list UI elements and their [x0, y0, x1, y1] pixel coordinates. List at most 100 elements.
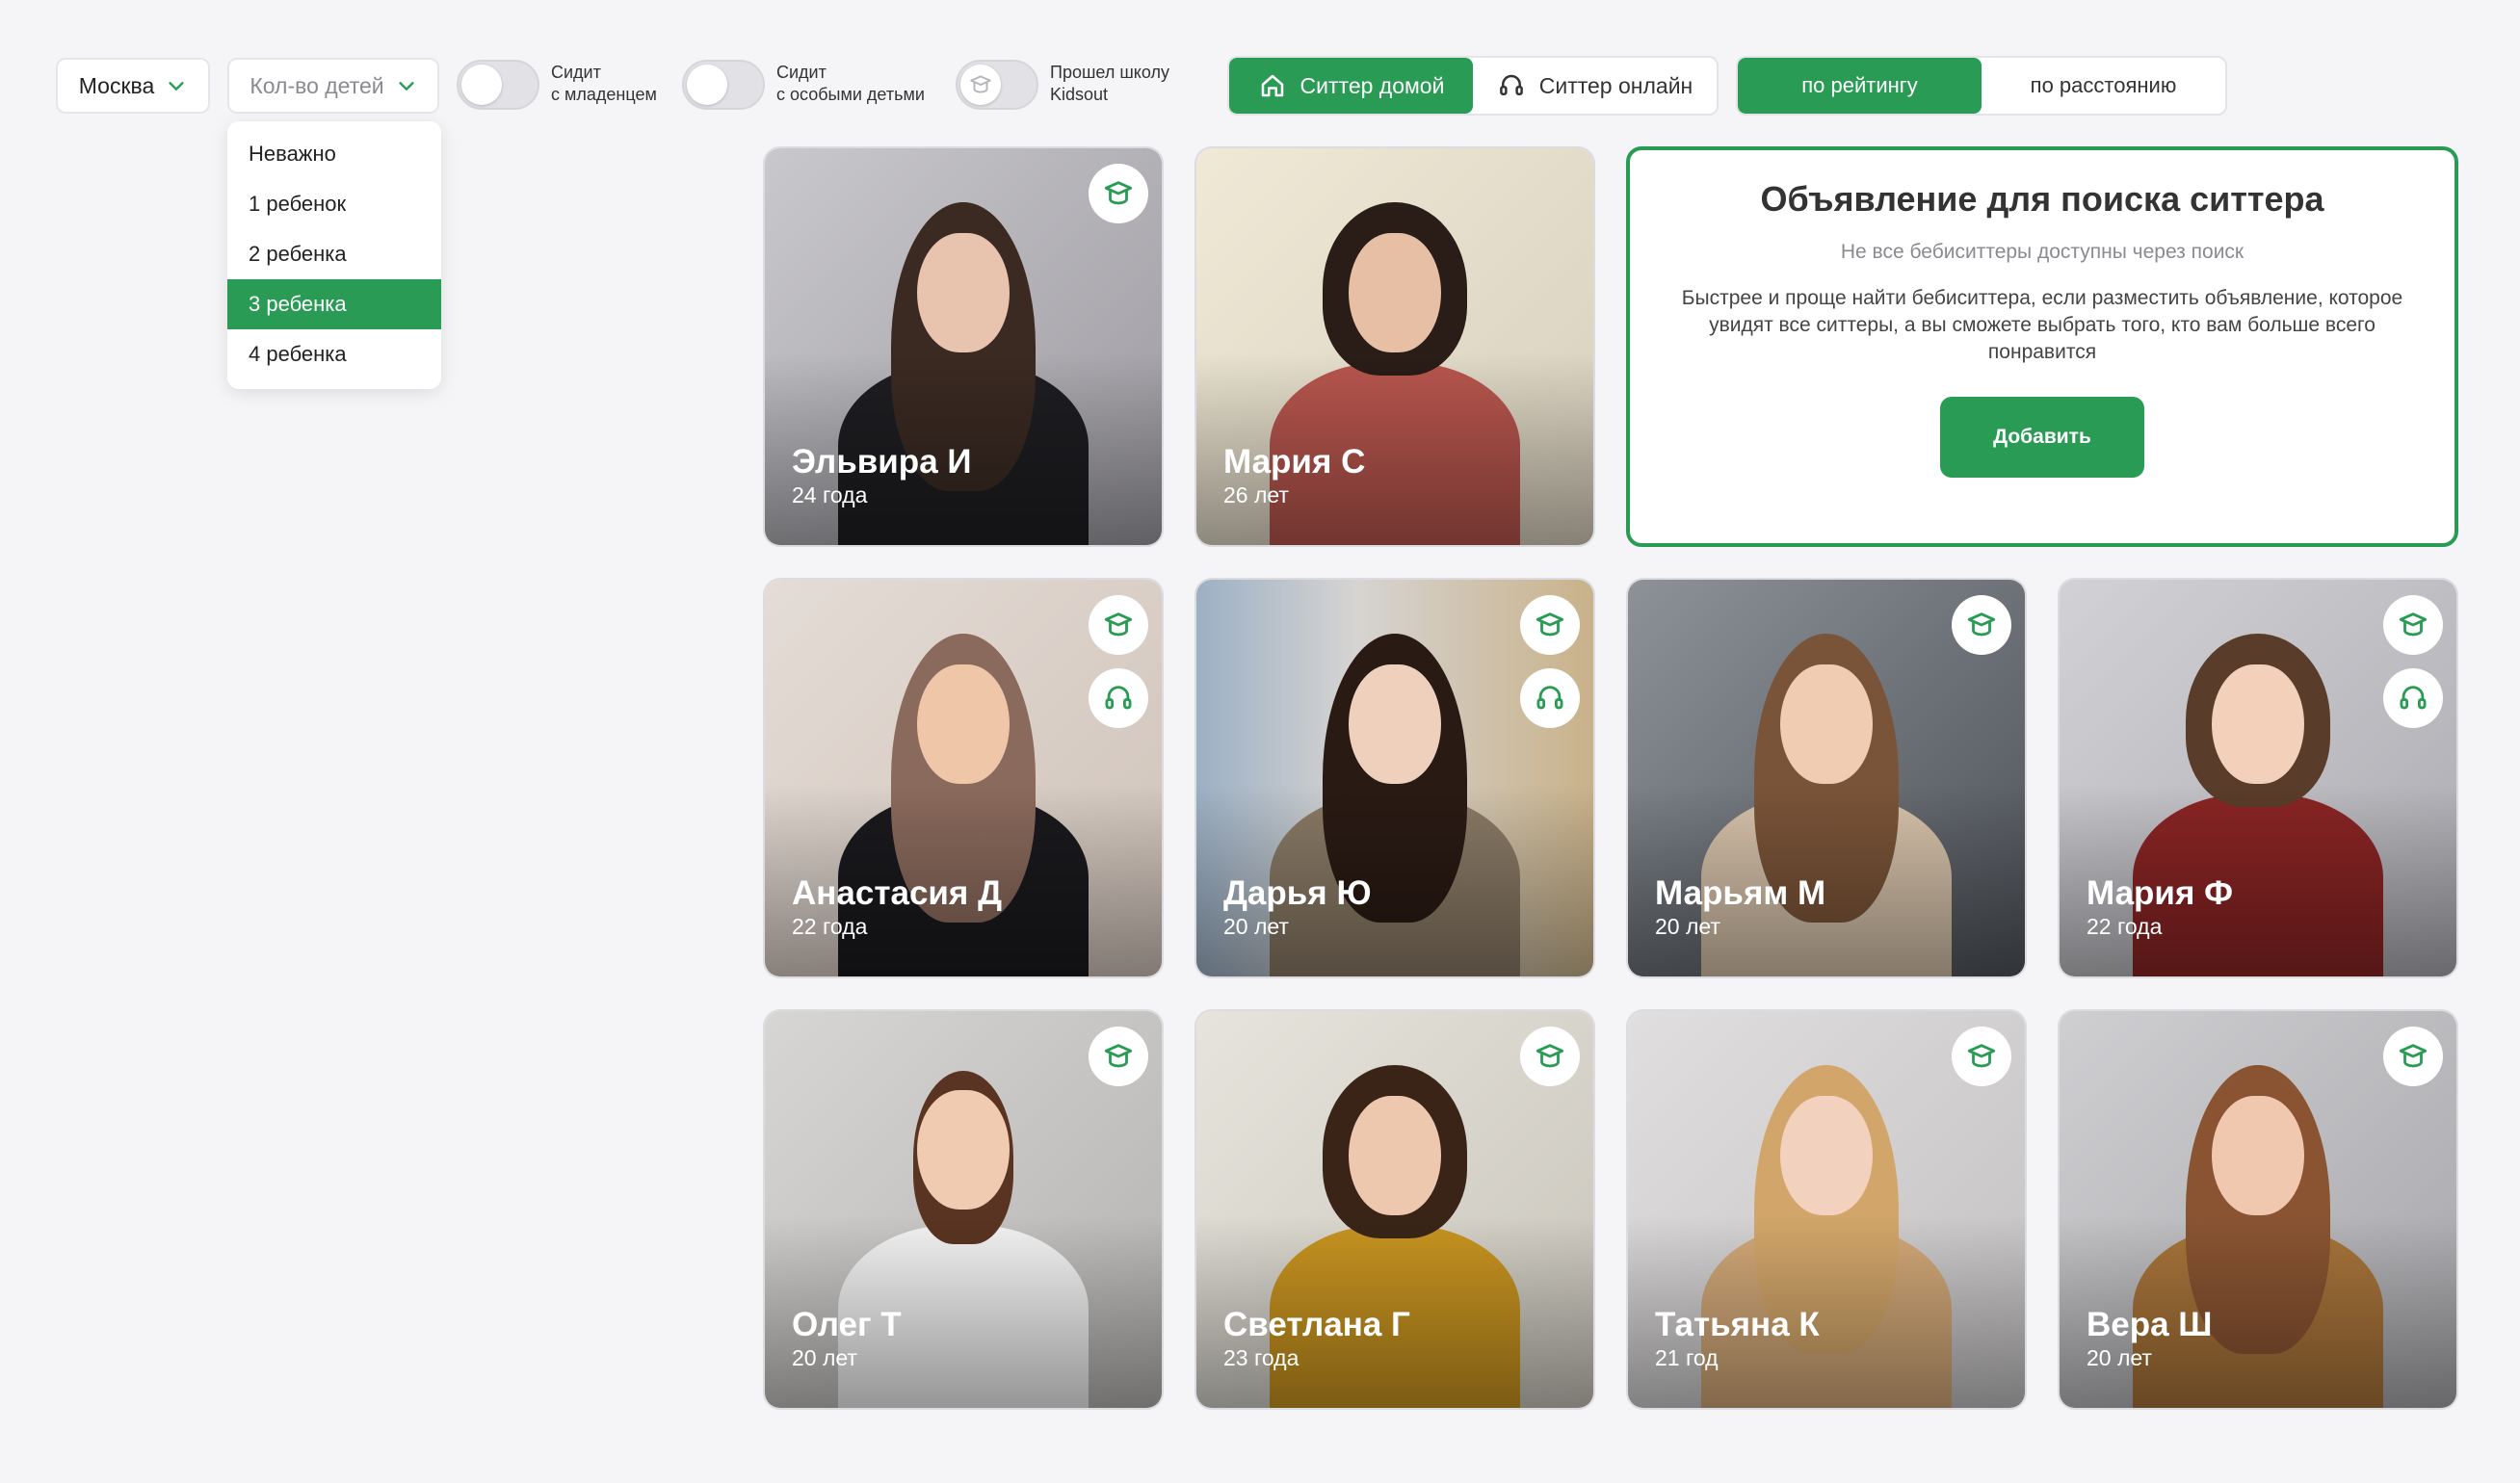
- school-cap-icon: [1104, 612, 1133, 637]
- sitter-name: Марьям М: [1655, 874, 1826, 912]
- mode-home-label: Ситтер домой: [1299, 72, 1445, 98]
- sitter-name: Эльвира И: [792, 443, 972, 481]
- kids-count-select[interactable]: Кол-во детей: [227, 58, 439, 114]
- photo-face: [917, 664, 1010, 784]
- sitter-name: Дарья Ю: [1223, 874, 1372, 912]
- sitter-card[interactable]: Татьяна К 21 год: [1626, 1009, 2027, 1410]
- sitter-card[interactable]: Мария С 26 лет: [1194, 146, 1595, 547]
- sitter-age: 22 года: [792, 914, 868, 939]
- sitter-card[interactable]: Дарья Ю 20 лет: [1194, 578, 1595, 978]
- sitter-age: 24 года: [792, 482, 868, 507]
- sitter-age: 20 лет: [1655, 914, 1720, 939]
- add-ad-button[interactable]: Добавить: [1940, 397, 2144, 478]
- sitter-name: Мария Ф: [2087, 874, 2233, 912]
- school-cap-icon: [2399, 1044, 2428, 1068]
- toggle-baby-label-line1: Сидит: [551, 63, 601, 82]
- school-badge: [1520, 595, 1580, 655]
- app-root: Москва Кол-во детей Сидит с младенцем Си…: [0, 0, 2520, 1483]
- headset-icon: [1105, 686, 1132, 710]
- sitter-card[interactable]: Светлана Г 23 года: [1194, 1009, 1595, 1410]
- photo-face: [2212, 1096, 2304, 1215]
- sitter-age: 20 лет: [2087, 1345, 2152, 1370]
- sort-rating-option[interactable]: по рейтингу: [1738, 58, 1982, 114]
- toggle-special-label-line1: Сидит: [776, 63, 827, 82]
- headset-icon: [1536, 686, 1563, 710]
- sitter-age: 20 лет: [1223, 914, 1289, 939]
- sitter-mode-switch: Ситтер домой Ситтер онлайн: [1227, 56, 1719, 116]
- toggle-special-needs[interactable]: [682, 60, 765, 110]
- toggle-special-label: Сидит с особыми детьми: [776, 62, 925, 106]
- kids-count-placeholder: Кол-во детей: [249, 72, 384, 98]
- chevron-down-icon: [169, 82, 184, 91]
- dropdown-item-2[interactable]: 2 ребенка: [227, 229, 441, 279]
- school-badge: [1520, 1027, 1580, 1086]
- photo-face: [1349, 233, 1441, 352]
- sitter-card[interactable]: Анастасия Д 22 года: [763, 578, 1164, 978]
- sitter-card[interactable]: Олег Т 20 лет: [763, 1009, 1164, 1410]
- online-badge: [1520, 668, 1580, 728]
- toggle-school[interactable]: [956, 60, 1038, 110]
- school-cap-icon: [1536, 612, 1564, 637]
- sitter-name: Татьяна К: [1655, 1306, 1820, 1343]
- school-badge: [1089, 164, 1148, 223]
- ad-title: Объявление для поиска ситтера: [1760, 179, 2324, 219]
- sitter-card[interactable]: Мария Ф 22 года: [2058, 578, 2458, 978]
- sitter-card[interactable]: Вера Ш 20 лет: [2058, 1009, 2458, 1410]
- sort-distance-option[interactable]: по расстоянию: [1982, 58, 2225, 114]
- sitter-card[interactable]: Марьям М 20 лет: [1626, 578, 2027, 978]
- photo-face: [1349, 664, 1441, 784]
- home-icon: [1261, 74, 1283, 97]
- ad-description: Быстрее и проще найти бебиситтера, если …: [1681, 287, 2403, 363]
- toggle-baby-label-line2: с младенцем: [551, 85, 657, 104]
- school-cap-icon: [1967, 612, 1996, 637]
- headset-icon: [1499, 74, 1523, 95]
- school-badge: [1089, 1027, 1148, 1086]
- toggle-special-label-line2: с особыми детьми: [776, 85, 925, 104]
- dropdown-item-any[interactable]: Неважно: [227, 129, 441, 179]
- city-value: Москва: [78, 72, 155, 98]
- sitter-age: 20 лет: [792, 1345, 857, 1370]
- city-select[interactable]: Москва: [56, 58, 210, 114]
- toggle-baby[interactable]: [457, 60, 539, 110]
- sitter-age: 22 года: [2087, 914, 2163, 939]
- dropdown-item-3[interactable]: 3 ребенка: [227, 279, 441, 329]
- school-cap-icon: [970, 75, 991, 93]
- sitter-name: Мария С: [1223, 443, 1366, 481]
- online-badge: [1089, 668, 1148, 728]
- photo-face: [1780, 664, 1873, 784]
- dropdown-item-4[interactable]: 4 ребенка: [227, 329, 441, 379]
- sitter-name: Вера Ш: [2087, 1306, 2213, 1343]
- sitter-age: 23 года: [1223, 1345, 1299, 1370]
- sitter-age: 21 год: [1655, 1345, 1719, 1370]
- photo-face: [917, 1090, 1010, 1210]
- sitter-ad-block: Объявление для поиска ситтера Не все беб…: [1626, 146, 2458, 547]
- sitter-name: Олег Т: [792, 1306, 902, 1343]
- sort-distance-label: по расстоянию: [2030, 73, 2177, 97]
- ad-subtitle: Не все бебиситтеры доступны через поиск: [1840, 241, 2244, 263]
- dropdown-item-1[interactable]: 1 ребенок: [227, 179, 441, 229]
- photo-face: [2212, 664, 2304, 784]
- school-badge: [1952, 1027, 2011, 1086]
- toggle-knob: [461, 65, 502, 105]
- school-cap-icon: [1104, 1044, 1133, 1068]
- toggle-knob: [960, 65, 1001, 105]
- headset-icon: [2400, 686, 2427, 710]
- kids-count-dropdown: Неважно 1 ребенок 2 ребенка 3 ребенка 4 …: [227, 121, 441, 389]
- school-cap-icon: [2399, 612, 2428, 637]
- school-cap-icon: [1104, 181, 1133, 205]
- mode-home-option[interactable]: Ситтер домой: [1229, 58, 1473, 114]
- school-badge: [1952, 595, 2011, 655]
- school-cap-icon: [1967, 1044, 1996, 1068]
- school-badge: [2383, 1027, 2443, 1086]
- photo-face: [917, 233, 1010, 352]
- sitter-name: Анастасия Д: [792, 874, 1003, 912]
- photo-face: [1349, 1096, 1441, 1215]
- sitter-card[interactable]: Эльвира И 24 года: [763, 146, 1164, 547]
- mode-online-option[interactable]: Ситтер онлайн: [1473, 58, 1717, 114]
- sort-rating-label: по рейтингу: [1801, 73, 1918, 97]
- toggle-school-label-line2: Kidsout: [1050, 85, 1109, 104]
- school-badge: [1089, 595, 1148, 655]
- sort-switch: по рейтингу по расстоянию: [1736, 56, 2227, 116]
- mode-online-label: Ситтер онлайн: [1538, 72, 1693, 98]
- toggle-school-label: Прошел школу Kidsout: [1050, 62, 1169, 106]
